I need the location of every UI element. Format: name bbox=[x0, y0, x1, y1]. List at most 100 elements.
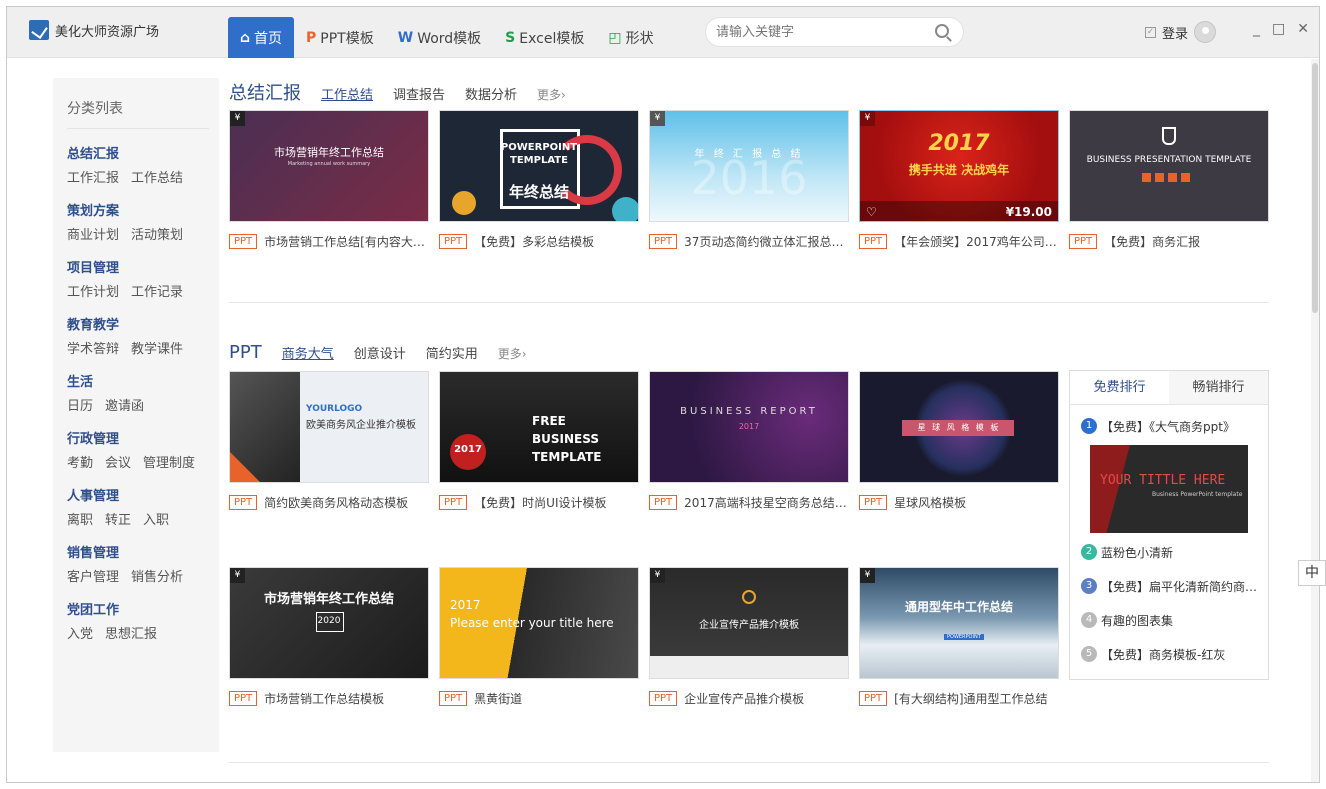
card-caption[interactable]: PPT [有大纲结构]通用型工作总结 bbox=[859, 690, 1059, 707]
card-title[interactable]: [有大纲结构]通用型工作总结 bbox=[894, 690, 1047, 707]
template-thumbnail[interactable]: ¥ 市场营销年终工作总结 Marketing annual work summa… bbox=[229, 110, 429, 222]
card-caption[interactable]: PPT 【免费】时尚UI设计模板 bbox=[439, 494, 639, 511]
category-link[interactable]: 邀请函 bbox=[105, 395, 144, 414]
ranking-item[interactable]: 1 【免费】《大气商务ppt》 bbox=[1070, 415, 1268, 437]
category-heading[interactable]: 总结汇报 bbox=[67, 143, 219, 162]
template-card[interactable]: POWERPOINT TEMPLATE 年终总结 PPT 【免费】多彩总结模板 bbox=[439, 110, 639, 250]
card-title[interactable]: 【年会颁奖】2017鸡年公司… bbox=[894, 233, 1057, 250]
category-link[interactable]: 工作总结 bbox=[131, 167, 183, 186]
category-link[interactable]: 商业计划 bbox=[67, 224, 119, 243]
ranking-item[interactable]: 5 【免费】商务模板-红灰 bbox=[1070, 643, 1268, 665]
template-card[interactable]: ¥ 企业宣传产品推介模板 PPT 企业宣传产品推介模板 bbox=[649, 567, 849, 707]
category-link[interactable]: 转正 bbox=[105, 509, 131, 528]
category-link[interactable]: 管理制度 bbox=[143, 452, 195, 471]
template-card[interactable]: 2017 FREE BUSINESS TEMPLATE PPT 【免费】时尚UI… bbox=[439, 371, 639, 511]
category-link[interactable]: 工作计划 bbox=[67, 281, 119, 300]
card-caption[interactable]: PPT 简约欧美商务风格动态模板 bbox=[229, 494, 429, 511]
card-title[interactable]: 【免费】商务汇报 bbox=[1104, 233, 1200, 250]
section-tab[interactable]: 工作总结 bbox=[321, 84, 373, 103]
maximize-icon[interactable]: □ bbox=[1272, 21, 1285, 37]
ranking-item-title[interactable]: 【免费】扁平化清新简约商… bbox=[1101, 578, 1257, 595]
tab-free-ranking[interactable]: 免费排行 bbox=[1070, 371, 1169, 404]
card-title[interactable]: 【免费】多彩总结模板 bbox=[474, 233, 594, 250]
section-tab[interactable]: 简约实用 bbox=[426, 343, 478, 362]
category-link[interactable]: 客户管理 bbox=[67, 566, 119, 585]
category-link[interactable]: 入党 bbox=[67, 623, 93, 642]
template-thumbnail[interactable]: 星 球 风 格 模 板 bbox=[859, 371, 1059, 483]
card-caption[interactable]: PPT 市场营销工作总结模板 bbox=[229, 690, 429, 707]
category-heading[interactable]: 人事管理 bbox=[67, 485, 219, 504]
category-heading[interactable]: 项目管理 bbox=[67, 257, 219, 276]
card-title[interactable]: 【免费】时尚UI设计模板 bbox=[474, 494, 606, 511]
more-link[interactable]: 更多› bbox=[498, 345, 527, 362]
category-link[interactable]: 会议 bbox=[105, 452, 131, 471]
card-title[interactable]: 市场营销工作总结[有内容大… bbox=[264, 233, 425, 250]
category-link[interactable]: 工作记录 bbox=[131, 281, 183, 300]
scrollbar-thumb[interactable] bbox=[1312, 63, 1318, 313]
card-title[interactable]: 企业宣传产品推介模板 bbox=[684, 690, 804, 707]
vertical-scrollbar[interactable] bbox=[1311, 59, 1319, 782]
template-card[interactable]: 2017 Please enter your title here PPT 黑黄… bbox=[439, 567, 639, 707]
category-heading[interactable]: 教育教学 bbox=[67, 314, 219, 333]
heart-icon[interactable]: ♡ bbox=[866, 205, 877, 219]
category-heading[interactable]: 生活 bbox=[67, 371, 219, 390]
nav-word[interactable]: W Word模板 bbox=[386, 17, 493, 58]
template-thumbnail[interactable]: ¥ 市场营销年终工作总结 2020 bbox=[229, 567, 429, 679]
avatar[interactable] bbox=[1194, 21, 1217, 43]
more-link[interactable]: 更多› bbox=[537, 86, 566, 103]
ranking-item[interactable]: 2 蓝粉色小清新 bbox=[1070, 541, 1268, 563]
card-title[interactable]: 简约欧美商务风格动态模板 bbox=[264, 494, 408, 511]
ranking-item-title[interactable]: 【免费】《大气商务ppt》 bbox=[1101, 418, 1235, 435]
category-link[interactable]: 思想汇报 bbox=[105, 623, 157, 642]
category-heading[interactable]: 行政管理 bbox=[67, 428, 219, 447]
ranking-item-title[interactable]: 蓝粉色小清新 bbox=[1101, 544, 1173, 561]
template-thumbnail[interactable]: 2017 FREE BUSINESS TEMPLATE bbox=[439, 371, 639, 483]
category-heading[interactable]: 策划方案 bbox=[67, 200, 219, 219]
category-link[interactable]: 离职 bbox=[67, 509, 93, 528]
search-input[interactable] bbox=[706, 18, 916, 46]
category-link[interactable]: 入职 bbox=[143, 509, 169, 528]
card-title[interactable]: 市场营销工作总结模板 bbox=[264, 690, 384, 707]
template-card[interactable]: ¥ 市场营销年终工作总结 2020 PPT 市场营销工作总结模板 bbox=[229, 567, 429, 707]
card-title[interactable]: 37页动态简约微立体汇报总… bbox=[684, 233, 843, 250]
card-caption[interactable]: PPT 星球风格模板 bbox=[859, 494, 1059, 511]
section-tab[interactable]: 数据分析 bbox=[465, 84, 517, 103]
login-label[interactable]: 登录 bbox=[1162, 23, 1188, 42]
ranking-item-title[interactable]: 【免费】商务模板-红灰 bbox=[1101, 646, 1225, 663]
card-caption[interactable]: PPT 【年会颁奖】2017鸡年公司… bbox=[859, 233, 1059, 250]
card-caption[interactable]: PPT 【免费】多彩总结模板 bbox=[439, 233, 639, 250]
nav-ppt[interactable]: P PPT模板 bbox=[294, 17, 386, 58]
template-thumbnail[interactable]: ¥ 通用型年中工作总结 POWERPOINT bbox=[859, 567, 1059, 679]
nav-excel[interactable]: S Excel模板 bbox=[493, 17, 596, 58]
tab-bestseller-ranking[interactable]: 畅销排行 bbox=[1169, 371, 1268, 404]
template-card[interactable]: ¥ 市场营销年终工作总结 Marketing annual work summa… bbox=[229, 110, 429, 250]
template-thumbnail[interactable]: BUSINESS PRESENTATION TEMPLATE bbox=[1069, 110, 1269, 222]
ranking-thumbnail[interactable]: YOUR TITTLE HERE Business PowerPoint tem… bbox=[1090, 445, 1248, 533]
template-thumbnail[interactable]: POWERPOINT TEMPLATE 年终总结 bbox=[439, 110, 639, 222]
ranking-item[interactable]: 4 有趣的图表集 bbox=[1070, 609, 1268, 631]
template-thumbnail[interactable]: 2017 Please enter your title here bbox=[439, 567, 639, 679]
template-card[interactable]: ¥ 2017 携手共进 决战鸡年 ♡ ¥19.00 PPT 【年会颁奖】2017… bbox=[859, 110, 1059, 250]
card-title[interactable]: 2017高端科技星空商务总结… bbox=[684, 494, 847, 511]
category-link[interactable]: 教学课件 bbox=[131, 338, 183, 357]
close-icon[interactable]: ✕ bbox=[1297, 21, 1309, 37]
nav-shape[interactable]: ◰ 形状 bbox=[596, 17, 665, 58]
template-card[interactable]: BUSINESS PRESENTATION TEMPLATE PPT 【免费】商… bbox=[1069, 110, 1269, 250]
section-tab[interactable]: 调查报告 bbox=[393, 84, 445, 103]
card-caption[interactable]: PPT 市场营销工作总结[有内容大… bbox=[229, 233, 429, 250]
nav-home[interactable]: ⌂ 首页 bbox=[228, 17, 295, 58]
category-link[interactable]: 工作汇报 bbox=[67, 167, 119, 186]
ime-indicator[interactable]: 中 bbox=[1298, 560, 1326, 586]
category-link[interactable]: 学术答辩 bbox=[67, 338, 119, 357]
card-caption[interactable]: PPT 2017高端科技星空商务总结… bbox=[649, 494, 849, 511]
category-link[interactable]: 考勤 bbox=[67, 452, 93, 471]
ranking-item-title[interactable]: 有趣的图表集 bbox=[1101, 612, 1173, 629]
login-area[interactable]: ✓ 登录 bbox=[1145, 21, 1217, 43]
category-link[interactable]: 活动策划 bbox=[131, 224, 183, 243]
minimize-icon[interactable]: _ bbox=[1253, 21, 1260, 37]
card-caption[interactable]: PPT 黑黄街道 bbox=[439, 690, 639, 707]
template-card[interactable]: ¥ 年 终 汇 报 总 结 2016 PPT 37页动态简约微立体汇报总… bbox=[649, 110, 849, 250]
template-card[interactable]: ¥ 通用型年中工作总结 POWERPOINT PPT [有大纲结构]通用型工作总… bbox=[859, 567, 1059, 707]
template-thumbnail[interactable]: ¥ YOURLOGO 欧美商务风企业推介模板 bbox=[229, 371, 429, 483]
card-caption[interactable]: PPT 【免费】商务汇报 bbox=[1069, 233, 1269, 250]
